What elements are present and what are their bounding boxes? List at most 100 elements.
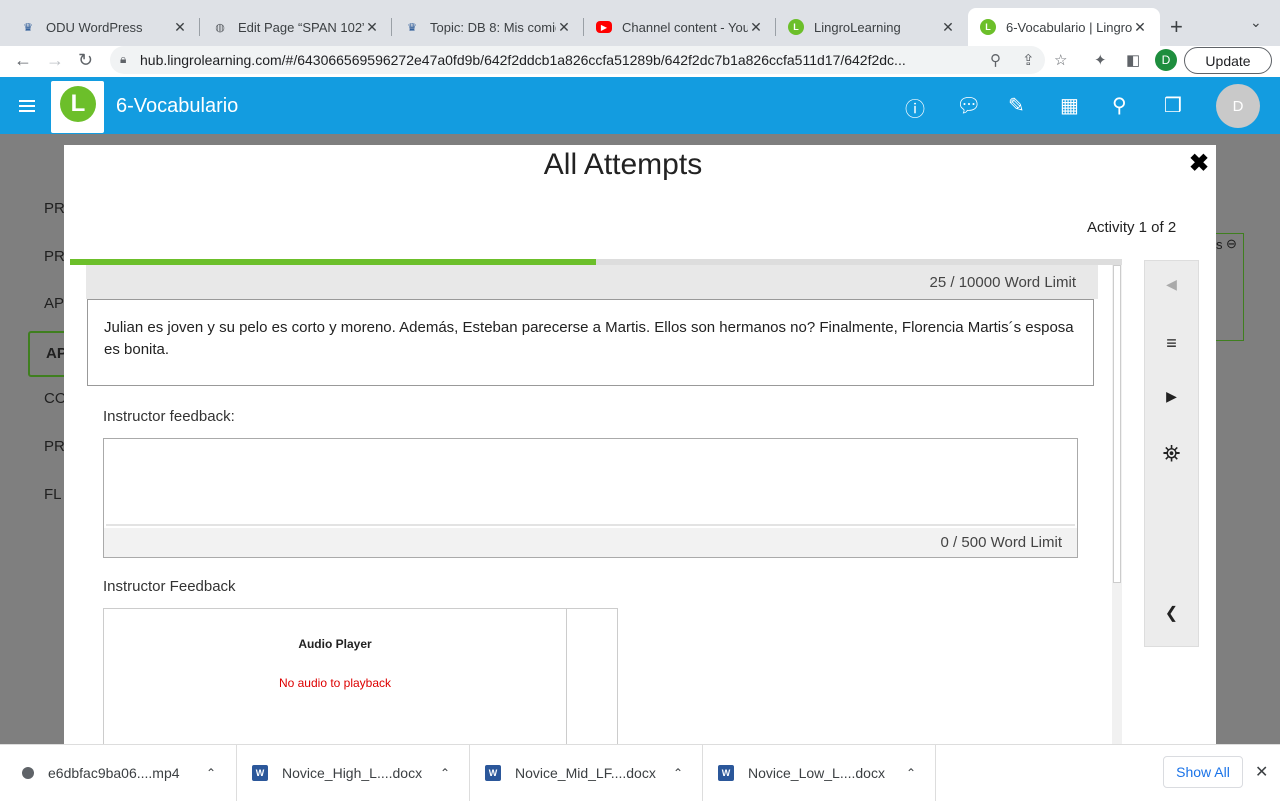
close-tab-icon[interactable]: ✕ <box>556 19 572 36</box>
video-file-icon <box>22 767 34 779</box>
background-fragment: s <box>1216 237 1223 252</box>
extensions-puzzle-icon[interactable]: ✦ <box>1094 51 1107 69</box>
edit-note-icon[interactable]: ✎ <box>1008 93 1025 118</box>
download-item[interactable]: W Novice_Mid_LF....docx ⌃ <box>485 745 695 801</box>
show-all-button[interactable]: Show All <box>1163 756 1243 788</box>
update-button[interactable]: Update <box>1184 47 1272 74</box>
student-answer: Julian es joven y su pelo es corto y mor… <box>87 299 1094 386</box>
word-count: 25 / 10000 Word Limit <box>929 273 1076 291</box>
background-item: PR <box>44 438 65 455</box>
audio-player-title: Audio Player <box>298 637 372 651</box>
search-icon[interactable]: ⚲ <box>1112 93 1127 118</box>
browser-tab[interactable]: ♛ ODU WordPress ✕ <box>8 8 200 46</box>
browser-tab[interactable]: ▶ Channel content - You ✕ <box>584 8 776 46</box>
side-panel-icon[interactable]: ◧ <box>1126 51 1140 69</box>
background-item: PR <box>44 200 65 217</box>
previous-triangle-icon[interactable]: ◀ <box>1145 276 1198 293</box>
close-tab-icon[interactable]: ✕ <box>1132 19 1148 36</box>
word-doc-icon: W <box>485 765 501 781</box>
feedback-word-count: 0 / 500 Word Limit <box>104 528 1077 557</box>
next-triangle-icon[interactable]: ▶ <box>1145 388 1198 405</box>
chevron-up-icon[interactable]: ⌃ <box>906 766 916 780</box>
tab-title: Edit Page “SPAN 102” <box>238 19 364 35</box>
tab-title: Channel content - You <box>622 19 748 35</box>
lingro-icon: L <box>980 19 996 35</box>
accessibility-icon[interactable]: ⛯ <box>1145 441 1198 467</box>
chevron-up-icon[interactable]: ⌃ <box>440 766 450 780</box>
browser-tab-active[interactable]: L 6-Vocabulario | Lingro ✕ <box>968 8 1160 46</box>
audio-status-message: No audio to playback <box>278 676 392 690</box>
attempt-side-panel: ◀ ≡ ▶ ⛯ ❮ <box>1144 260 1199 647</box>
close-icon[interactable]: ✕ <box>1255 762 1268 782</box>
forward-arrow-icon[interactable]: → <box>46 50 64 71</box>
reload-icon[interactable]: ↻ <box>78 50 93 71</box>
help-icon[interactable]: ⓘ <box>905 93 925 122</box>
download-filename: e6dbfac9ba06....mp4 <box>48 765 180 781</box>
word-doc-icon: W <box>718 765 734 781</box>
download-item[interactable]: e6dbfac9ba06....mp4 ⌃ <box>22 745 232 801</box>
browser-tab-strip: ♛ ODU WordPress ✕ ◍ Edit Page “SPAN 102”… <box>0 0 1280 46</box>
all-attempts-modal: All Attempts ✖ Activity 1 of 2 25 / 1000… <box>64 145 1216 744</box>
collapse-chevron-icon[interactable]: ❮ <box>1145 603 1198 623</box>
scrollbar[interactable] <box>1112 265 1122 744</box>
new-tab-plus-icon[interactable]: + <box>1170 14 1183 40</box>
wordpress-crown-icon: ♛ <box>23 21 33 34</box>
scrollbar-thumb[interactable] <box>1113 265 1121 583</box>
feedback-textarea[interactable] <box>106 441 1075 526</box>
address-bar[interactable]: 🔒︎ hub.lingrolearning.com/#/643066569596… <box>110 46 1045 74</box>
download-filename: Novice_Mid_LF....docx <box>515 765 656 781</box>
logo-letter: L <box>60 86 96 122</box>
minus-circle-icon: ⊖ <box>1226 236 1237 251</box>
hamburger-menu-icon[interactable] <box>19 100 35 115</box>
tab-title: ODU WordPress <box>46 19 143 35</box>
back-arrow-icon[interactable]: ← <box>14 50 32 71</box>
background-item: FL <box>44 486 62 503</box>
tab-title: LingroLearning <box>814 19 901 35</box>
attempt-content: 25 / 10000 Word Limit Julian es joven y … <box>86 265 1122 744</box>
close-tab-icon[interactable]: ✕ <box>172 19 188 36</box>
download-divider <box>935 745 936 801</box>
page-title: 6-Vocabulario <box>116 95 239 117</box>
close-tab-icon[interactable]: ✕ <box>364 19 380 36</box>
lingro-icon: L <box>788 19 804 35</box>
chevron-up-icon[interactable]: ⌃ <box>673 766 683 780</box>
word-limit-bar: 25 / 10000 Word Limit <box>86 265 1098 299</box>
download-item[interactable]: W Novice_Low_L....docx ⌃ <box>718 745 928 801</box>
background-item: PR <box>44 248 65 265</box>
user-avatar[interactable]: D <box>1216 84 1260 128</box>
book-icon[interactable]: ❒ <box>1164 93 1182 118</box>
feedback-editor: 0 / 500 Word Limit <box>103 438 1078 558</box>
download-item[interactable]: W Novice_High_L....docx ⌃ <box>252 745 462 801</box>
close-icon[interactable]: ✖ <box>1189 149 1209 178</box>
share-icon[interactable]: ⇪ <box>1022 51 1035 69</box>
audio-player-divider <box>566 609 567 744</box>
calendar-icon[interactable]: ▦ <box>1060 93 1079 118</box>
download-divider <box>702 745 703 801</box>
audio-feedback-label: Instructor Feedback <box>103 578 236 595</box>
tab-title: Topic: DB 8: Mis comida <box>430 19 556 35</box>
chevron-up-icon[interactable]: ⌃ <box>206 766 216 780</box>
background-item: AP <box>44 295 65 312</box>
list-menu-icon[interactable]: ≡ <box>1145 333 1198 354</box>
profile-avatar[interactable]: D <box>1155 49 1177 71</box>
close-tab-icon[interactable]: ✕ <box>940 19 956 36</box>
download-divider <box>236 745 237 801</box>
modal-title: All Attempts <box>543 148 703 181</box>
downloads-bar: e6dbfac9ba06....mp4 ⌃ W Novice_High_L...… <box>0 744 1280 801</box>
app-header: L 6-Vocabulario ⓘ 💬︎ ✎ ▦ ⚲ ❒ D <box>0 77 1280 134</box>
feedback-label: Instructor feedback: <box>103 408 235 425</box>
bookmark-star-icon[interactable]: ☆ <box>1054 51 1067 69</box>
download-divider <box>469 745 470 801</box>
youtube-icon: ▶ <box>596 21 612 33</box>
download-filename: Novice_Low_L....docx <box>748 765 885 781</box>
browser-tab[interactable]: L LingroLearning ✕ <box>776 8 968 46</box>
audio-player: Audio Player No audio to playback <box>103 608 618 744</box>
chat-bubble-icon[interactable]: 💬︎ <box>956 93 981 118</box>
tab-search-chevron-icon[interactable]: ⌄ <box>1250 14 1262 31</box>
lingro-logo[interactable]: L <box>51 81 104 133</box>
lock-icon: 🔒︎ <box>120 52 127 66</box>
zoom-icon[interactable]: ⚲ <box>990 51 1001 69</box>
browser-tab[interactable]: ♛ Topic: DB 8: Mis comida ✕ <box>392 8 584 46</box>
close-tab-icon[interactable]: ✕ <box>748 19 764 36</box>
browser-tab[interactable]: ◍ Edit Page “SPAN 102” ✕ <box>200 8 392 46</box>
